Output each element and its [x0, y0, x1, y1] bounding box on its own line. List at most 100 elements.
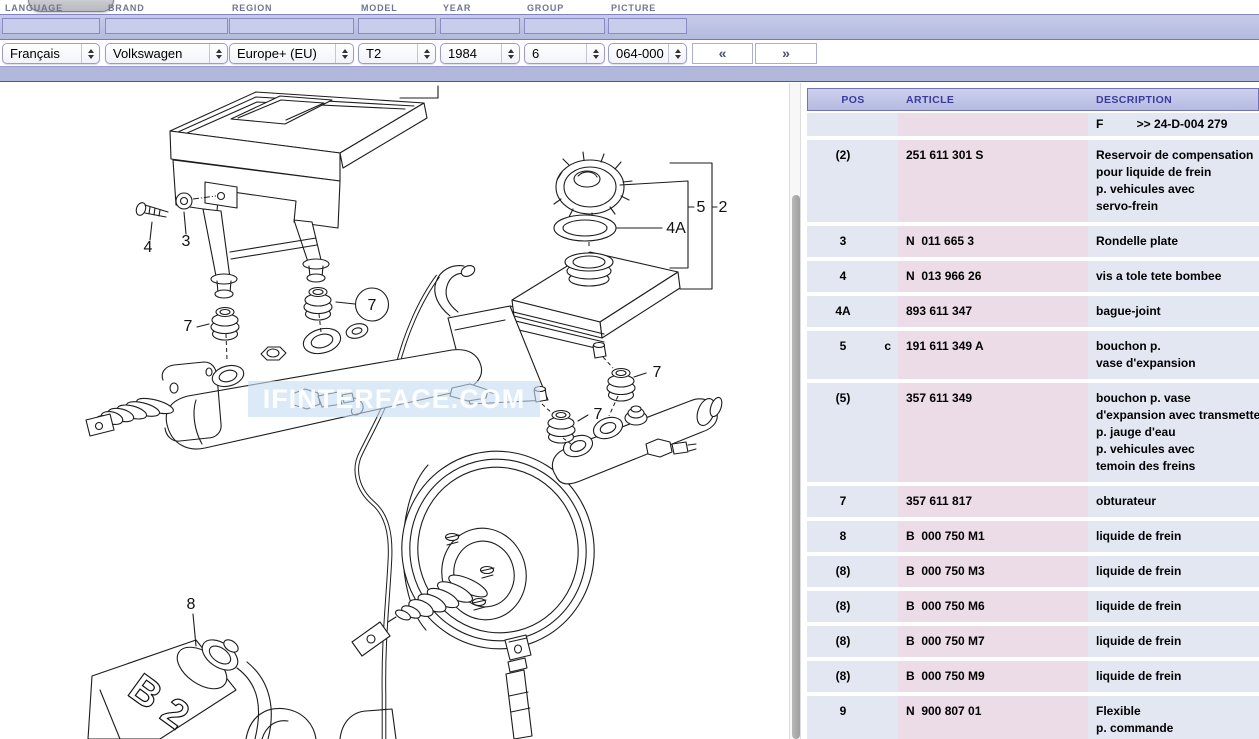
pos-cell: 3 [807, 226, 898, 257]
year-label: YEAR [443, 3, 471, 13]
parts-catalog-window: Français VolkswagenEurope+ (EU) T2 1984 6 064… [0, 0, 1259, 739]
brand-field[interactable] [105, 18, 228, 34]
description-cell: liquide de frein [1088, 626, 1259, 657]
article-cell: N 013 966 26 [898, 261, 1088, 292]
stepper-arrows-icon [586, 44, 604, 63]
seal-ring [554, 215, 616, 241]
pos-cell: (5) [807, 383, 898, 482]
group-dropdown[interactable]: 6 [524, 43, 605, 64]
year-dropdown[interactable]: 1984 [440, 43, 520, 64]
table-row[interactable]: (8)B 000 750 M3liquide de frein [807, 556, 1259, 587]
pos-cell: 5c [807, 331, 898, 379]
description-cell: liquide de frein [1088, 591, 1259, 622]
group-field[interactable] [524, 18, 605, 34]
group-label: GROUP [527, 3, 564, 13]
callout-7[interactable]: 7 [594, 406, 603, 423]
pos-cell [807, 113, 898, 136]
brand-dropdown[interactable]: Volkswagen [105, 43, 228, 64]
scrollbar-thumb[interactable] [792, 195, 800, 739]
year-field[interactable] [440, 18, 520, 34]
picture-field[interactable] [608, 18, 687, 34]
article-cell: N 011 665 3 [898, 226, 1088, 257]
exploded-diagram-panel: B 2 [0, 83, 788, 739]
model-field[interactable] [358, 18, 436, 34]
description-cell: bague-joint [1088, 296, 1259, 327]
region-field[interactable] [229, 18, 354, 34]
article-cell: B 000 750 M7 [898, 626, 1088, 657]
previous-picture-button[interactable]: « [692, 43, 753, 64]
pos-cell: (2) [807, 140, 898, 222]
description-cell: Rondelle plate [1088, 226, 1259, 257]
description-cell: Flexible p. commande [1088, 696, 1259, 739]
article-cell: 191 611 349 A [898, 331, 1088, 379]
brake-fluid-bottle: B 2 [88, 634, 271, 739]
description-cell: bouchon p. vase d'expansion avec transme… [1088, 383, 1259, 482]
table-row[interactable]: (8)B 000 750 M9liquide de frein [807, 661, 1259, 692]
table-row[interactable]: 9N 900 807 01Flexible p. commande [807, 696, 1259, 739]
region-dropdown[interactable]: Europe+ (EU) [229, 43, 354, 64]
table-header: POS ARTICLE DESCRIPTION [807, 88, 1259, 111]
table-row[interactable]: (8)B 000 750 M7liquide de frein [807, 626, 1259, 657]
pos-cell: 8 [807, 521, 898, 552]
table-row[interactable]: (2)251 611 301 SReservoir de compensatio… [807, 140, 1259, 222]
vertical-scrollbar[interactable] [789, 83, 801, 739]
language-dropdown[interactable]: Français [2, 43, 100, 64]
article-cell: B 000 750 M1 [898, 521, 1088, 552]
article-cell: 357 611 817 [898, 486, 1088, 517]
picture-dropdown[interactable]: 064-000 [608, 43, 687, 64]
description-cell: liquide de frein [1088, 556, 1259, 587]
table-row[interactable]: 7357 611 817obturateur [807, 486, 1259, 517]
pos-cell: 7 [807, 486, 898, 517]
language-field[interactable] [2, 18, 100, 34]
pos-cell: (8) [807, 626, 898, 657]
next-picture-button[interactable]: » [755, 43, 817, 64]
model-dropdown[interactable]: T2 [358, 43, 436, 64]
description-cell: bouchon p. vase d'expansion [1088, 331, 1259, 379]
field-label-bar [0, 66, 1259, 82]
header-description: DESCRIPTION [1088, 89, 1259, 110]
callout-5[interactable]: 5 [697, 199, 706, 216]
table-row[interactable]: (8)B 000 750 M6liquide de frein [807, 591, 1259, 622]
callout-3[interactable]: 3 [182, 233, 191, 250]
language-value: Français [3, 46, 81, 61]
region-label: REGION [232, 3, 272, 13]
callout-2[interactable]: 2 [719, 199, 728, 216]
article-cell: 251 611 301 S [898, 140, 1088, 222]
header-article: ARTICLE [898, 89, 1088, 110]
callout-7[interactable]: 7 [653, 364, 662, 381]
description-cell: obturateur [1088, 486, 1259, 517]
article-cell [898, 113, 1088, 136]
table-row[interactable]: (5)357 611 349bouchon p. vase d'expansio… [807, 383, 1259, 482]
table-row[interactable]: 4A893 611 347bague-joint [807, 296, 1259, 327]
header-pos: POS [808, 89, 898, 110]
description-cell: liquide de frein [1088, 661, 1259, 692]
callout-8[interactable]: 8 [187, 596, 196, 613]
stepper-arrows-icon [81, 44, 99, 63]
description-cell: Reservoir de compensation pour liquide d… [1088, 140, 1259, 222]
group-value: 6 [525, 46, 586, 61]
callout-7[interactable]: 7 [184, 318, 193, 335]
article-cell: 893 611 347 [898, 296, 1088, 327]
callout-4[interactable]: 4 [144, 239, 153, 256]
table-row[interactable]: 5c191 611 349 Abouchon p. vase d'expansi… [807, 331, 1259, 379]
pos-cell: 4A [807, 296, 898, 327]
table-row[interactable]: 4N 013 966 26vis a tole tete bombee [807, 261, 1259, 292]
picture-label: PICTURE [611, 3, 656, 13]
table-row[interactable]: 3N 011 665 3Rondelle plate [807, 226, 1259, 257]
language-label: LANGUAGE [5, 3, 63, 13]
model-value: T2 [359, 46, 417, 61]
article-cell: 357 611 349 [898, 383, 1088, 482]
description-cell: vis a tole tete bombee [1088, 261, 1259, 292]
table-row[interactable]: F >> 24-D-004 279 [807, 113, 1259, 136]
pos-cell: 9 [807, 696, 898, 739]
callout-7[interactable]: 7 [368, 297, 377, 314]
region-value: Europe+ (EU) [230, 46, 335, 61]
picture-value: 064-000 [609, 46, 668, 61]
table-row[interactable]: 8B 000 750 M1liquide de frein [807, 521, 1259, 552]
master-cylinder-servo [552, 396, 724, 484]
article-cell: B 000 750 M3 [898, 556, 1088, 587]
article-cell: B 000 750 M9 [898, 661, 1088, 692]
stepper-arrows-icon [335, 44, 353, 63]
callout-4A[interactable]: 4A [666, 220, 686, 237]
article-cell: B 000 750 M6 [898, 591, 1088, 622]
